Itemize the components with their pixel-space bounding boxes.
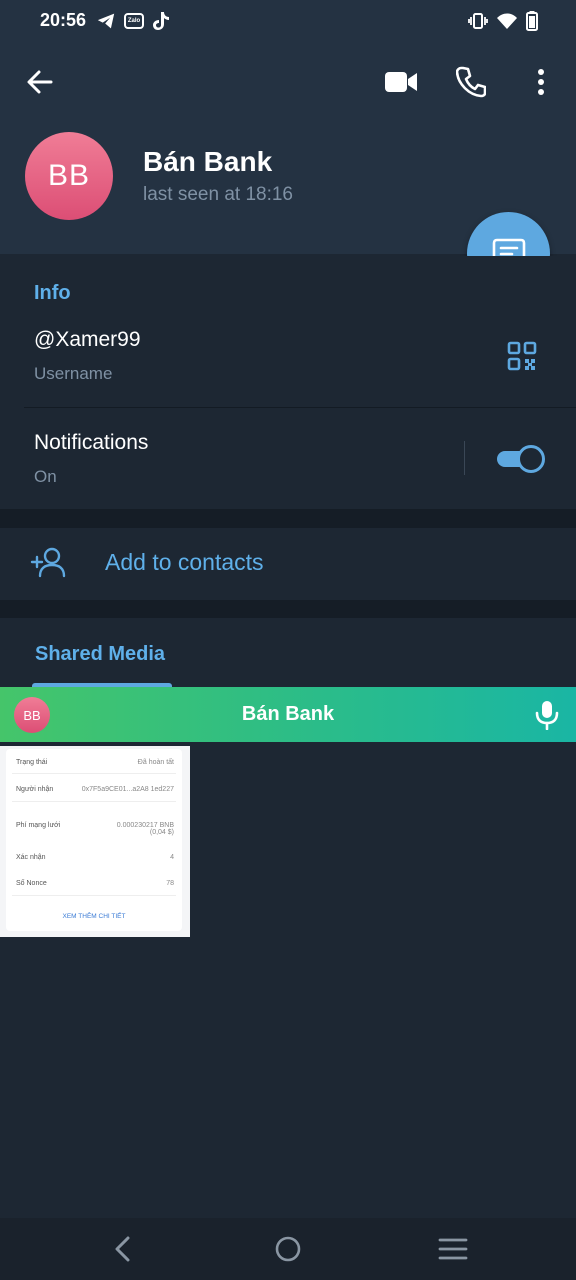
qr-code-icon [507,341,537,371]
wifi-icon [497,13,517,29]
thumb-row: Xác nhận 4 [16,854,174,861]
status-time: 20:56 [40,10,87,30]
microphone-button[interactable] [533,700,561,731]
battery-icon [526,11,538,31]
thumb-row: Phí mạng lưới 0.000230217 BNB (0,04 $) [16,822,174,836]
thumb-row: Người nhận 0x7F5a9CE01...a2A8 1ed227 [16,786,174,793]
media-thumbnail[interactable]: Trạng thái Đã hoàn tất Người nhận 0x7F5a9C… [0,746,190,937]
nav-recents-button[interactable] [438,1236,468,1262]
status-system-icons [468,10,538,32]
voice-call-button[interactable] [455,66,487,98]
username-label: Username [34,364,113,383]
notifications-status: On [34,467,57,486]
phone-icon [455,66,487,98]
username-value[interactable]: @Xamer99 [34,328,141,352]
notifications-divider [464,441,465,475]
notifications-label[interactable]: Notifications [34,431,148,455]
more-vertical-icon [538,69,544,95]
back-button[interactable] [24,66,56,98]
toggle-knob [517,445,545,473]
shared-media-title: Shared Media [35,643,166,665]
section-gap [0,509,576,528]
nav-home-button[interactable] [274,1235,302,1263]
thumb-divider [12,895,176,896]
thumb-divider [12,773,176,774]
nav-menu-icon [438,1238,468,1260]
info-divider [24,407,576,408]
status-app-icons: Zalo [96,10,170,32]
thumb-row: Trạng thái Đã hoàn tất [16,759,174,766]
tiktok-icon [153,12,169,30]
microphone-icon [535,701,559,731]
thumb-divider [12,801,176,802]
video-call-button[interactable] [384,68,418,96]
call-contact-name: Bán Bank [241,703,335,725]
add-contact-icon [30,546,68,578]
vibrate-icon [468,13,488,29]
qr-code-button[interactable] [506,340,538,372]
last-seen-status: last seen at 18:16 [143,184,293,205]
telegram-icon [97,13,115,29]
section-gap [0,600,576,618]
more-options-button[interactable] [526,66,556,98]
profile-name: Bán Bank [143,146,273,177]
info-section-title: Info [34,282,71,304]
notifications-toggle[interactable] [495,445,545,473]
back-arrow-icon [27,70,53,94]
video-camera-icon [385,72,417,92]
add-to-contacts-label: Add to contacts [105,549,264,575]
add-to-contacts-row[interactable] [0,528,576,600]
zalo-icon: Zalo [124,13,144,29]
nav-home-icon [275,1236,301,1262]
profile-avatar[interactable]: BB [25,132,113,220]
nav-back-icon [115,1236,130,1262]
thumb-link: XEM THÊM CHI TIẾT [62,913,126,920]
thumb-row: Số Nonce 78 [16,880,174,887]
nav-back-button[interactable] [110,1234,136,1264]
thumbnail-card: Trạng thái Đã hoàn tất Người nhận 0x7F5a9C… [6,749,182,931]
